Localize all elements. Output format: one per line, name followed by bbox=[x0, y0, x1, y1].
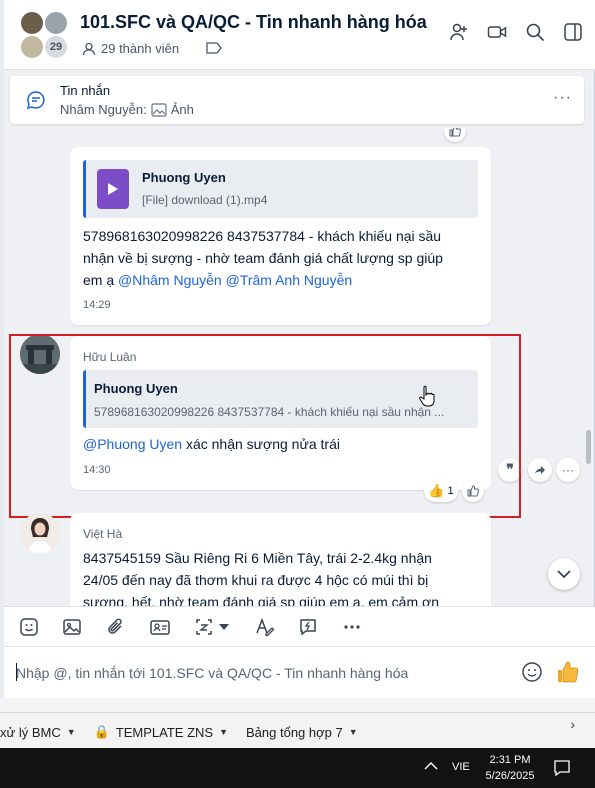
pinned-sender: Nhâm Nguyễn: bbox=[60, 102, 147, 117]
quick-like-button[interactable] bbox=[556, 660, 580, 684]
forward-icon bbox=[535, 466, 545, 474]
search-icon[interactable] bbox=[525, 22, 545, 42]
mention-link[interactable]: @Nhâm Nguyễn bbox=[118, 272, 222, 288]
text-line: nhận về bị sượng - nhờ team đánh giá chấ… bbox=[83, 250, 443, 266]
group-title[interactable]: 101.SFC và QA/QC - Tin nhanh hàng hóa bbox=[80, 12, 427, 33]
tag-icon[interactable] bbox=[206, 42, 222, 54]
pinned-message-bar[interactable]: Tin nhắn Nhâm Nguyễn: Ảnh ··· bbox=[10, 76, 584, 124]
lock-icon: 🔒 bbox=[93, 724, 110, 739]
video-file-icon bbox=[97, 169, 129, 209]
composer-toolbar bbox=[4, 606, 595, 646]
chat-header: 29 101.SFC và QA/QC - Tin nhanh hàng hóa… bbox=[4, 0, 595, 70]
video-call-icon[interactable] bbox=[487, 22, 507, 42]
chevron-down-icon: ▼ bbox=[348, 727, 358, 737]
chevron-down-icon bbox=[557, 570, 571, 579]
sender-name: Việt Hà bbox=[83, 527, 123, 541]
member-avatar bbox=[20, 11, 44, 35]
group-avatar[interactable]: 29 bbox=[20, 11, 70, 61]
screenshot-icon[interactable] bbox=[193, 616, 215, 638]
message-icon bbox=[26, 91, 45, 110]
text-caret bbox=[16, 663, 17, 681]
play-icon bbox=[108, 183, 118, 195]
image-icon[interactable] bbox=[61, 616, 83, 638]
clock[interactable]: 2:31 PM 5/26/2025 bbox=[480, 752, 540, 784]
text-line: 8437545159 Sầu Riêng Ri 6 Miền Tây, trái… bbox=[83, 550, 432, 566]
clock-date: 5/26/2025 bbox=[485, 770, 535, 782]
message-list[interactable]: Phuong Uyen [File] download (1).mp4 5789… bbox=[4, 128, 595, 606]
composer bbox=[4, 646, 595, 698]
avatar-photo bbox=[20, 513, 60, 553]
sheet-tab-label: Bảng tổng hợp 7 bbox=[246, 724, 343, 740]
text-line: sượng, hết, nhờ team đánh giá sp giúp em… bbox=[83, 594, 439, 606]
quote-file-name: [File] download (1).mp4 bbox=[142, 193, 268, 207]
thumbs-up-icon bbox=[558, 661, 579, 683]
message-time: 14:29 bbox=[83, 299, 111, 311]
more-actions-button[interactable]: ··· bbox=[556, 458, 580, 482]
pinned-preview: Nhâm Nguyễn: Ảnh bbox=[60, 102, 194, 117]
thumbs-up-icon bbox=[449, 128, 461, 137]
more-icon: ··· bbox=[562, 463, 574, 477]
message-text: 8437545159 Sầu Riêng Ri 6 Miền Tây, trái… bbox=[83, 547, 493, 606]
text-line: 578968163020998226 8437537784 - khách kh… bbox=[83, 228, 442, 244]
scrollbar-thumb[interactable] bbox=[586, 430, 591, 464]
language-indicator[interactable]: VIE bbox=[452, 761, 470, 773]
message-input[interactable] bbox=[16, 661, 506, 685]
member-avatar bbox=[44, 11, 68, 35]
sheet-tab-label: xử lý BMC bbox=[0, 724, 61, 740]
pinned-attachment: Ảnh bbox=[170, 102, 194, 117]
message-bubble[interactable]: Phuong Uyen [File] download (1).mp4 5789… bbox=[70, 147, 491, 325]
mention-link[interactable]: @Trâm Anh Nguyễn bbox=[226, 272, 353, 288]
chevron-down-icon: ▼ bbox=[219, 727, 229, 737]
chat-window: 29 101.SFC và QA/QC - Tin nhanh hàng hóa… bbox=[4, 0, 595, 698]
format-text-icon[interactable] bbox=[254, 616, 276, 638]
screenshot-options-icon[interactable] bbox=[217, 616, 231, 638]
sidebar-toggle-icon[interactable] bbox=[563, 22, 583, 42]
text-line: 24/05 đến nay đã thơm khui ra được 4 hộc… bbox=[83, 572, 429, 588]
pinned-title: Tin nhắn bbox=[60, 83, 111, 98]
image-icon bbox=[151, 102, 167, 117]
sheet-tab-label: TEMPLATE ZNS bbox=[115, 724, 214, 740]
quick-message-icon[interactable] bbox=[297, 616, 319, 638]
chevron-down-icon: ▼ bbox=[66, 727, 76, 737]
member-avatar bbox=[20, 35, 44, 59]
member-count-badge: 29 bbox=[44, 35, 68, 59]
message-bubble[interactable]: Việt Hà 8437545159 Sầu Riêng Ri 6 Miền T… bbox=[70, 513, 491, 606]
chevron-up-icon[interactable] bbox=[423, 758, 439, 774]
message-text: 578968163020998226 8437537784 - khách kh… bbox=[83, 225, 483, 291]
quote-author: Phuong Uyen bbox=[142, 170, 226, 185]
clock-time: 2:31 PM bbox=[489, 754, 531, 766]
scroll-to-bottom-button[interactable] bbox=[548, 558, 580, 590]
background-spreadsheet: xử lý BMC ▼ 🔒 TEMPLATE ZNS ▼ Bảng tổng hợp … bbox=[0, 698, 595, 748]
notification-icon[interactable] bbox=[553, 759, 571, 777]
sheet-tab[interactable]: 🔒 TEMPLATE ZNS ▼ bbox=[94, 724, 228, 740]
attach-icon[interactable] bbox=[105, 616, 127, 638]
like-reaction-button[interactable] bbox=[444, 128, 466, 142]
sticker-icon[interactable] bbox=[18, 616, 40, 638]
sheet-tab[interactable]: xử lý BMC ▼ bbox=[0, 725, 76, 740]
member-count-label: 29 thành viên bbox=[101, 41, 180, 56]
add-member-icon[interactable] bbox=[449, 22, 469, 42]
emoji-icon[interactable] bbox=[521, 661, 543, 683]
more-icon[interactable] bbox=[341, 616, 363, 638]
member-count[interactable]: 29 thành viên bbox=[82, 41, 179, 56]
business-card-icon[interactable] bbox=[149, 616, 171, 638]
avatar[interactable] bbox=[20, 513, 60, 553]
selection-highlight bbox=[9, 334, 521, 518]
divider bbox=[0, 712, 595, 713]
taskbar: VIE 2:31 PM 5/26/2025 bbox=[0, 748, 595, 788]
text-fragment: em ạ bbox=[83, 272, 119, 288]
sheet-tab[interactable]: Bảng tổng hợp 7 ▼ bbox=[246, 725, 358, 740]
forward-button[interactable] bbox=[528, 458, 552, 482]
text-line: em ạ @Nhâm Nguyễn @Trâm Anh Nguyễn bbox=[83, 269, 483, 291]
chevron-right-icon[interactable]: › bbox=[570, 716, 575, 732]
quoted-file[interactable]: Phuong Uyen [File] download (1).mp4 bbox=[83, 160, 478, 218]
more-options-icon[interactable]: ··· bbox=[553, 89, 572, 107]
user-icon bbox=[82, 42, 96, 55]
